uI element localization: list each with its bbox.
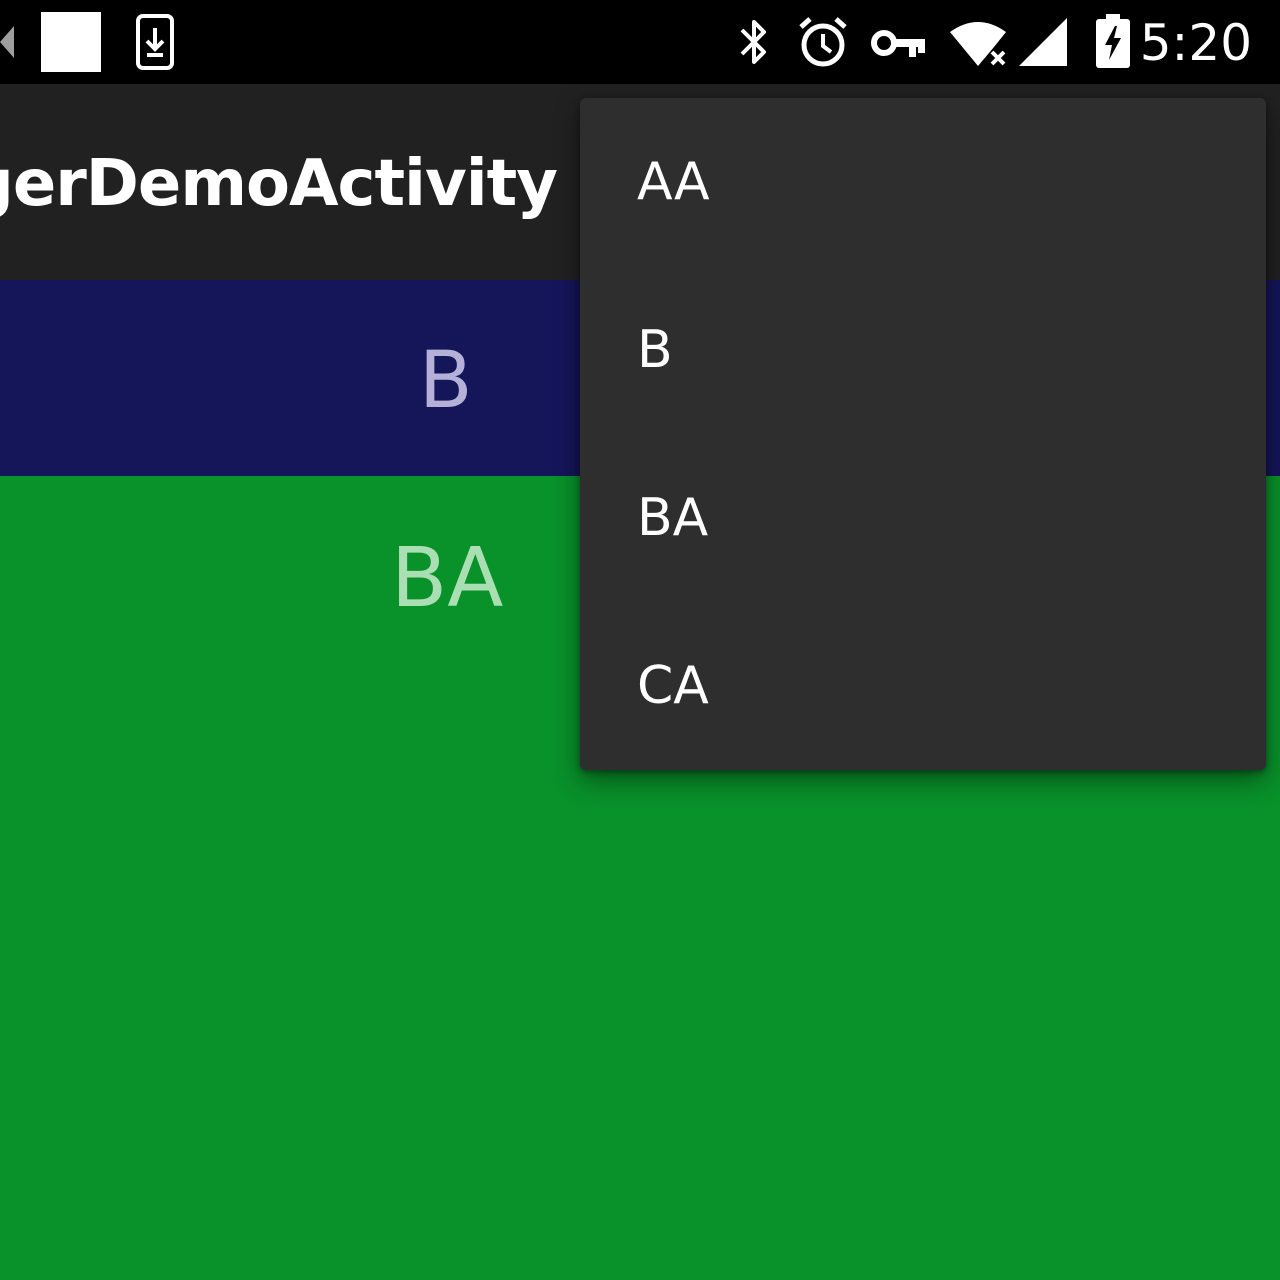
- vpn-key-icon: [871, 30, 925, 57]
- tab-title-current[interactable]: B: [419, 336, 473, 426]
- menu-item-aa[interactable]: AA: [580, 98, 1266, 266]
- app-title: gerDemoActivity: [0, 147, 558, 221]
- menu-item-b[interactable]: B: [580, 266, 1266, 434]
- notification-square-icon: [41, 12, 101, 72]
- menu-item-ba[interactable]: BA: [580, 434, 1266, 602]
- battery-charging-icon: [1096, 14, 1130, 68]
- wifi-no-internet-icon: [950, 22, 1006, 66]
- status-clock: 5:20: [1139, 14, 1252, 72]
- media-icon: [0, 26, 14, 58]
- alarm-icon: [799, 17, 847, 67]
- status-bar: 5:20: [0, 0, 1280, 84]
- download-icon: [136, 14, 174, 70]
- menu-item-ca[interactable]: CA: [580, 602, 1266, 770]
- overflow-popup-menu: AA B BA CA: [580, 98, 1266, 770]
- cell-signal-icon: [1019, 18, 1067, 66]
- bluetooth-icon: [740, 20, 766, 64]
- page-content-label: BA: [391, 531, 504, 626]
